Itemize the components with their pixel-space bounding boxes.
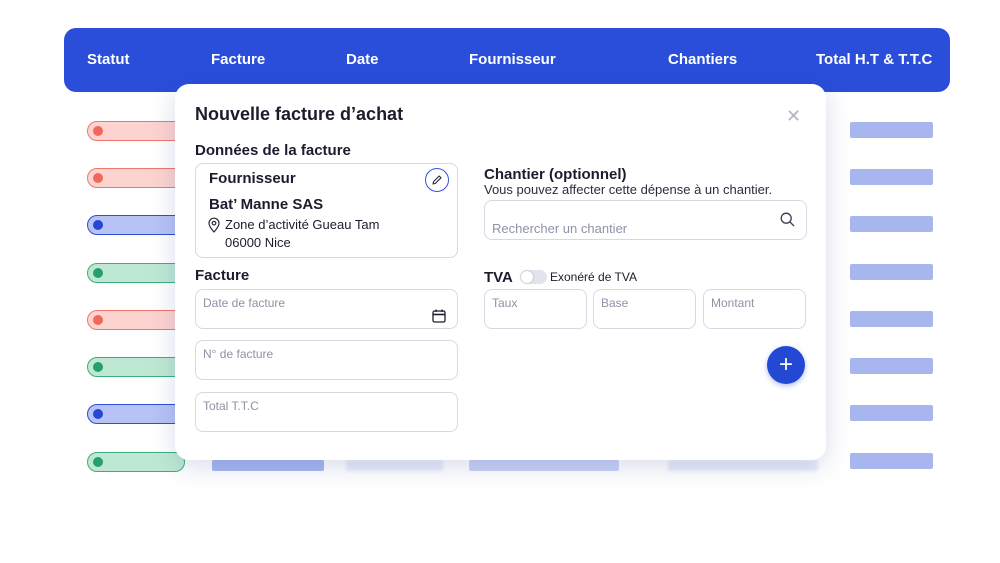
invoice-section-title: Facture (195, 267, 250, 284)
vat-rate-field[interactable]: Taux (484, 289, 587, 329)
total-cell (850, 216, 933, 232)
status-dot (93, 362, 103, 372)
vat-exempt-toggle[interactable] (520, 270, 547, 284)
table-header: Statut Facture Date Fournisseur Chantier… (64, 28, 950, 92)
edit-supplier-button[interactable] (425, 168, 449, 192)
invoice-date-field[interactable]: Date de facture (195, 289, 458, 329)
invoice-data-title: Données de la facture (195, 142, 351, 159)
vat-exempt-label: Exonéré de TVA (550, 270, 637, 284)
status-dot (93, 315, 103, 325)
invoice-number-field[interactable]: N° de facture (195, 340, 458, 380)
vat-rate-placeholder: Taux (492, 296, 518, 310)
total-cell (850, 264, 933, 280)
vat-base-placeholder: Base (601, 296, 629, 310)
worksite-helper-text: Vous pouvez affecter cette dépense à un … (484, 182, 773, 197)
add-vat-line-button[interactable]: + (767, 346, 805, 384)
status-dot (93, 220, 103, 230)
column-header-status[interactable]: Statut (87, 51, 130, 68)
total-ttc-placeholder: Total T.T.C (203, 399, 259, 413)
column-header-supplier[interactable]: Fournisseur (469, 51, 556, 68)
status-pill (87, 310, 185, 330)
status-pill (87, 404, 185, 424)
status-pill (87, 121, 185, 141)
status-dot (93, 457, 103, 467)
status-dot (93, 173, 103, 183)
status-pill (87, 452, 185, 472)
vat-amount-field[interactable]: Montant (703, 289, 806, 329)
calendar-icon[interactable] (432, 309, 446, 323)
vat-base-field[interactable]: Base (593, 289, 696, 329)
column-header-invoice[interactable]: Facture (211, 51, 265, 68)
status-pill (87, 215, 185, 235)
search-icon[interactable] (780, 212, 795, 227)
supplier-cell (469, 460, 619, 471)
toggle-knob (521, 271, 533, 283)
total-cell (850, 405, 933, 421)
total-cell (850, 358, 933, 374)
invoice-date-placeholder: Date de facture (203, 296, 286, 310)
status-pill (87, 168, 185, 188)
supplier-address-line2: 06000 Nice (225, 235, 291, 250)
total-cell (850, 169, 933, 185)
vat-amount-placeholder: Montant (711, 296, 755, 310)
total-cell (850, 311, 933, 327)
date-cell (346, 460, 443, 471)
supplier-address-line1: Zone d’activité Gueau Tam (225, 217, 380, 232)
location-pin-icon (208, 217, 220, 233)
column-header-total[interactable]: Total H.T & T.T.C (816, 51, 932, 68)
total-cell (850, 453, 933, 469)
column-header-date[interactable]: Date (346, 51, 379, 68)
status-pill (87, 263, 185, 283)
invoice-cell (212, 460, 324, 471)
worksite-cell (668, 460, 818, 471)
status-dot (93, 268, 103, 278)
invoice-number-placeholder: N° de facture (203, 347, 274, 361)
pencil-icon (432, 175, 442, 185)
supplier-name: Bat’ Manne SAS (209, 196, 324, 213)
total-ttc-field[interactable]: Total T.T.C (195, 392, 458, 432)
new-purchase-invoice-modal: Nouvelle facture d’achat ✕ Données de la… (175, 84, 826, 460)
tva-title: TVA (484, 269, 513, 286)
worksite-search-placeholder: Rechercher un chantier (492, 221, 628, 236)
close-icon[interactable]: ✕ (786, 106, 801, 127)
worksite-title: Chantier (optionnel) (484, 166, 627, 183)
total-cell (850, 122, 933, 138)
supplier-card: Fournisseur Bat’ Manne SAS Zone d’activi… (195, 163, 458, 258)
supplier-title: Fournisseur (209, 170, 296, 187)
status-dot (93, 409, 103, 419)
modal-title: Nouvelle facture d’achat (195, 104, 404, 124)
status-dot (93, 126, 103, 136)
worksite-search-field[interactable]: Rechercher un chantier (484, 200, 807, 240)
column-header-worksites[interactable]: Chantiers (668, 51, 737, 68)
status-pill (87, 357, 185, 377)
